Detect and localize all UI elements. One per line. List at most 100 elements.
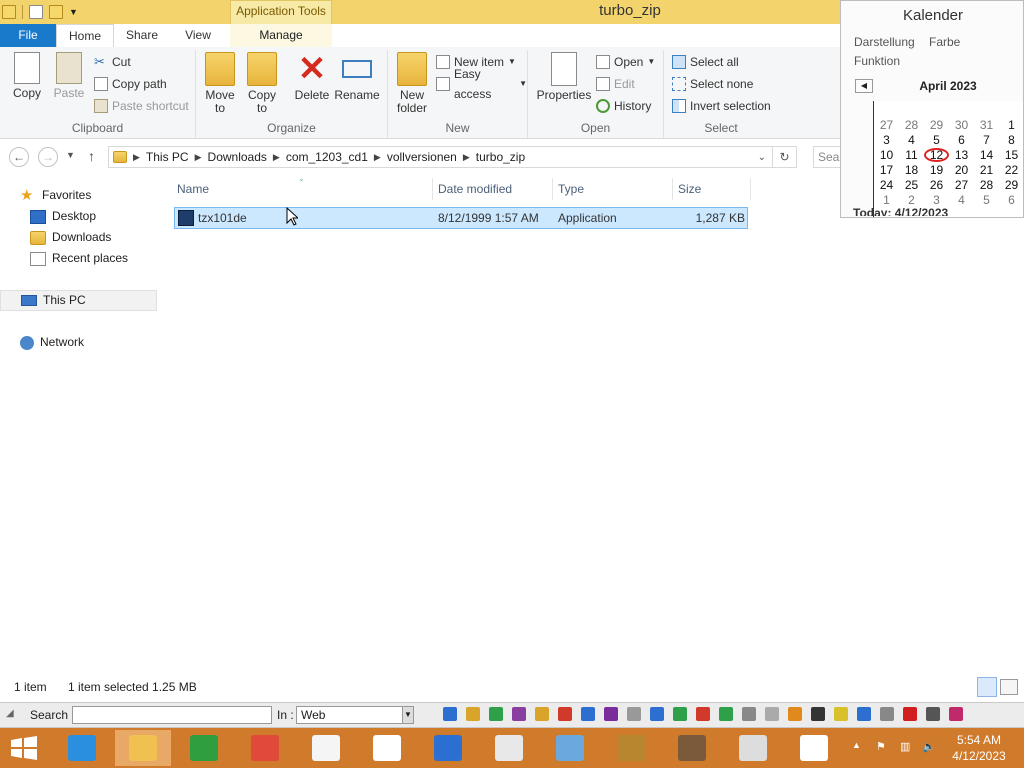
properties-icon[interactable] [29,5,43,19]
breadcrumb-turbo-zip[interactable]: turbo_zip [476,150,525,164]
open-button[interactable]: Open ▼ [596,52,655,72]
column-separator[interactable] [750,178,751,200]
calendar-day[interactable]: 28 [899,118,924,132]
breadcrumb-downloads[interactable]: Downloads [208,150,267,164]
calendar-day[interactable]: 15 [999,148,1023,162]
toolbar-shortcut-icon[interactable] [811,707,825,721]
taskbar-app-button[interactable] [542,730,598,766]
address-bar[interactable]: ▶ This PC ▶ Downloads ▶ com_1203_cd1 ▶ v… [108,146,773,168]
taskbar-app-button[interactable] [115,730,171,766]
volume-muted-icon[interactable]: 🔈 [922,740,936,754]
toolbar-shortcut-icon[interactable] [489,707,503,721]
calendar-day[interactable]: 24 [874,178,899,192]
calendar-day[interactable]: 3 [924,193,949,207]
taskbar-app-button[interactable] [420,730,476,766]
column-separator[interactable] [432,178,433,200]
taskbar-app-button[interactable] [359,730,415,766]
calendar-menu-funktion[interactable]: Funktion [854,54,900,68]
column-separator[interactable] [552,178,553,200]
calendar-day[interactable]: 13 [949,148,974,162]
column-header-name[interactable]: Name [177,180,209,198]
tab-home[interactable]: Home [56,24,114,49]
large-icons-view-button[interactable] [1000,679,1018,695]
calendar-day[interactable]: 2 [899,193,924,207]
toolbar-shortcut-icon[interactable] [880,707,894,721]
calendar-day[interactable]: 6 [949,133,974,147]
calendar-day[interactable]: 29 [924,118,949,132]
calendar-day[interactable]: 27 [949,178,974,192]
calendar-day[interactable]: 6 [999,193,1023,207]
calendar-day[interactable]: 1 [874,193,899,207]
taskbar-app-button[interactable] [237,730,293,766]
chevron-down-icon[interactable]: ▼ [402,706,414,724]
calendar-day[interactable]: 21 [974,163,999,177]
tab-share[interactable]: Share [116,24,168,48]
nav-favorites[interactable]: ★ Favorites [20,185,91,206]
paste-button[interactable]: Paste [50,52,88,100]
taskbar-app-button[interactable] [603,730,659,766]
network-tray-icon[interactable]: ▥ [900,740,914,754]
toolbar-shortcut-icon[interactable] [466,707,480,721]
calendar-day[interactable]: 19 [924,163,949,177]
calendar-day[interactable]: 7 [974,133,999,147]
invert-selection-button[interactable]: Invert selection [672,96,771,116]
tab-view[interactable]: View [172,24,224,48]
cut-button[interactable]: ✂ Cut [94,52,131,72]
select-all-button[interactable]: Select all [672,52,739,72]
calendar-day[interactable]: 20 [949,163,974,177]
calendar-day[interactable]: 3 [874,133,899,147]
taskbar-app-button[interactable] [664,730,720,766]
up-arrow-icon[interactable]: ↑ [88,148,95,164]
calendar-day[interactable]: 1 [999,118,1023,132]
toolbar-shortcut-icon[interactable] [604,707,618,721]
refresh-button[interactable]: ↻ [773,146,797,168]
calendar-day[interactable]: 10 [874,148,899,162]
calendar-day[interactable]: 30 [949,118,974,132]
properties-button[interactable]: Properties [536,52,592,102]
history-button[interactable]: History [596,96,651,116]
calendar-day[interactable]: 26 [924,178,949,192]
toolbar-shortcut-icon[interactable] [857,707,871,721]
nav-network[interactable]: Network [20,332,84,353]
nav-this-pc[interactable]: This PC [0,290,157,311]
forward-button[interactable]: → [38,147,58,167]
toolbar-shortcut-icon[interactable] [650,707,664,721]
select-none-button[interactable]: Select none [672,74,753,94]
copy-button[interactable]: Copy [8,52,46,100]
toolbar-shortcut-icon[interactable] [535,707,549,721]
calendar-day[interactable]: 18 [899,163,924,177]
calendar-day[interactable]: 5 [924,133,949,147]
calendar-day[interactable]: 5 [974,193,999,207]
windows-start-icon[interactable] [10,736,38,760]
new-folder-button[interactable]: New folder [394,52,430,115]
toolbar-shortcut-icon[interactable] [719,707,733,721]
calendar-day[interactable]: 17 [874,163,899,177]
nav-downloads[interactable]: Downloads [30,227,111,248]
details-view-button[interactable] [977,677,997,697]
breadcrumb-this-pc[interactable]: This PC [146,150,189,164]
paste-shortcut-button[interactable]: Paste shortcut [94,96,189,116]
calendar-day[interactable]: 14 [974,148,999,162]
calendar-day[interactable]: 22 [999,163,1023,177]
column-separator[interactable] [672,178,673,200]
chevron-down-icon[interactable]: ▼ [69,7,78,17]
taskbar-app-button[interactable] [786,730,842,766]
calendar-day[interactable]: 8 [999,133,1023,147]
calendar-day[interactable]: 28 [974,178,999,192]
recent-locations-dropdown[interactable]: ▼ [66,150,75,160]
calendar-day[interactable]: 12 [924,148,949,162]
breadcrumb-vollversionen[interactable]: vollversionen [387,150,457,164]
toolbar-shortcut-icon[interactable] [558,707,572,721]
taskbar-app-button[interactable] [481,730,537,766]
rename-button[interactable]: Rename [334,52,380,102]
edit-button[interactable]: Edit [596,74,635,94]
file-row-selected[interactable]: tzx101de 8/12/1999 1:57 AM Application 1… [174,207,748,229]
tray-overflow-icon[interactable]: ▲ [852,740,866,754]
copy-to-button[interactable]: Copy to [244,52,280,115]
new-folder-icon[interactable] [49,5,63,19]
toolbar-shortcut-icon[interactable] [627,707,641,721]
column-header-size[interactable]: Size [678,180,701,198]
toolbar-shortcut-icon[interactable] [673,707,687,721]
copy-path-button[interactable]: Copy path [94,74,167,94]
toolbar-shortcut-icon[interactable] [949,707,963,721]
